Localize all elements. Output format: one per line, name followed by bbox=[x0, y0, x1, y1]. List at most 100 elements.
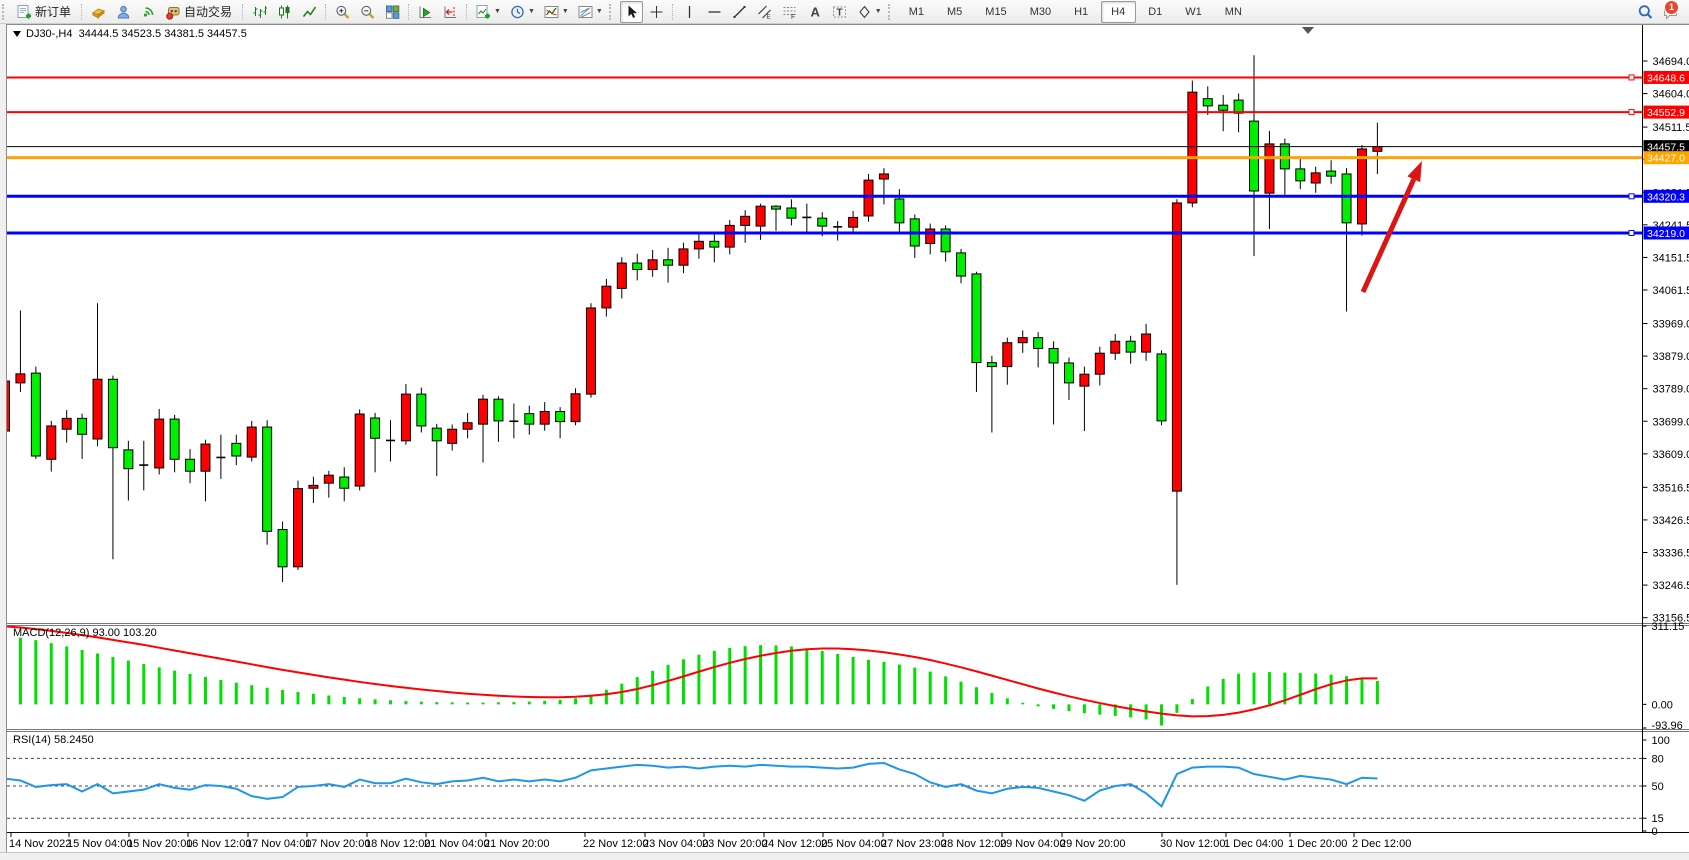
price-tick-label: 34604.0 bbox=[1653, 89, 1689, 101]
resistance-line-1-price-text: 34648.6 bbox=[1647, 72, 1685, 84]
bull-candle bbox=[741, 216, 750, 225]
tile-windows-icon bbox=[384, 4, 401, 20]
toolbar-grip[interactable] bbox=[609, 4, 616, 20]
bull-candle bbox=[1188, 92, 1197, 203]
timeframe-m15-button[interactable]: M15 bbox=[975, 1, 1017, 23]
bear-candle bbox=[1049, 348, 1058, 362]
notification-badge: 1 bbox=[1664, 0, 1679, 15]
text-button[interactable]: A bbox=[803, 1, 826, 23]
bear-candle bbox=[78, 418, 87, 434]
search-button[interactable] bbox=[1634, 1, 1657, 23]
text-icon: A bbox=[806, 4, 823, 20]
timeframe-d1-button-label: D1 bbox=[1143, 6, 1167, 18]
price-tick-label: 33879.0 bbox=[1653, 351, 1689, 363]
chart-dropdown-icon[interactable] bbox=[13, 31, 21, 37]
chart-title: DJ30-,H4 34444.5 34523.5 34381.5 34457.5 bbox=[13, 28, 247, 40]
fibonacci-button[interactable]: F bbox=[778, 1, 801, 23]
timeframe-m5-button[interactable]: M5 bbox=[937, 1, 973, 23]
bear-candle bbox=[340, 477, 349, 488]
line-chart-button[interactable] bbox=[298, 1, 321, 23]
objects-button[interactable]: ▼ bbox=[574, 1, 606, 23]
time-tick-label: 1 Dec 04:00 bbox=[1224, 838, 1283, 850]
toolbar-separator bbox=[672, 4, 674, 20]
market-button[interactable] bbox=[87, 1, 110, 23]
chart-symbol-period: DJ30-,H4 bbox=[26, 28, 72, 40]
chevron-down-icon[interactable]: ▼ bbox=[596, 8, 603, 15]
resistance-line-1-handle[interactable] bbox=[1629, 75, 1634, 80]
time-tick-label: 14 Nov 2022 bbox=[9, 838, 71, 850]
toolbar-grip[interactable] bbox=[2, 4, 9, 20]
crosshair-button[interactable] bbox=[645, 1, 668, 23]
candlestick-chart-button[interactable] bbox=[273, 1, 296, 23]
text-label-icon: T bbox=[831, 4, 848, 20]
timeframe-h4-button[interactable]: H4 bbox=[1101, 1, 1136, 23]
toolbar-grip[interactable] bbox=[888, 4, 895, 20]
macd-indicator-label: MACD(12,26,9) 93.00 103.20 bbox=[13, 627, 157, 639]
new-order-button[interactable]: 新订单 bbox=[13, 1, 77, 23]
signals-button[interactable] bbox=[137, 1, 160, 23]
bear-candle bbox=[417, 394, 426, 426]
resistance-line-2-handle[interactable] bbox=[1629, 110, 1634, 115]
timeframe-d1-button[interactable]: D1 bbox=[1138, 1, 1173, 23]
shapes-button[interactable]: ▼ bbox=[853, 1, 885, 23]
time-tick-label: 23 Nov 04:00 bbox=[643, 838, 708, 850]
toolbar-separator bbox=[466, 4, 468, 20]
price-tick-label: 34151.5 bbox=[1653, 252, 1689, 264]
bear-candle bbox=[987, 363, 996, 367]
support-line-2-handle[interactable] bbox=[1629, 230, 1634, 235]
bull-candle bbox=[463, 423, 472, 430]
notifications-button[interactable]: 1 bbox=[1659, 1, 1682, 23]
chart-shift-button[interactable] bbox=[439, 1, 462, 23]
chevron-down-icon[interactable]: ▼ bbox=[494, 8, 501, 15]
chart-window[interactable]: 34694.034604.034511.534421.534331.534241… bbox=[6, 24, 1689, 853]
time-tick-label: 16 Nov 12:00 bbox=[186, 838, 251, 850]
timeframe-mn-button[interactable]: MN bbox=[1215, 1, 1253, 23]
timeframe-w1-button[interactable]: W1 bbox=[1175, 1, 1213, 23]
price-tick-label: 33789.0 bbox=[1653, 384, 1689, 396]
bear-candle bbox=[186, 459, 195, 471]
tile-windows-button[interactable] bbox=[381, 1, 404, 23]
market-icon bbox=[90, 4, 107, 20]
new-chart-button[interactable]: ▼ bbox=[472, 1, 504, 23]
bear-candle bbox=[556, 411, 565, 421]
timeframe-h1-button[interactable]: H1 bbox=[1064, 1, 1099, 23]
indicators-button[interactable]: ▼ bbox=[540, 1, 572, 23]
bar-chart-button[interactable] bbox=[248, 1, 271, 23]
price-tick-label: 34061.5 bbox=[1653, 285, 1689, 297]
vertical-line-button[interactable] bbox=[678, 1, 701, 23]
timeframe-m1-button[interactable]: M1 bbox=[899, 1, 935, 23]
bear-candle bbox=[1342, 174, 1351, 223]
bull-candle bbox=[7, 381, 10, 431]
chevron-down-icon[interactable]: ▼ bbox=[562, 8, 569, 15]
time-tick-label: 18 Nov 12:00 bbox=[365, 838, 430, 850]
horizontal-line-icon bbox=[706, 4, 723, 20]
autotrading-button[interactable]: 自动交易 bbox=[162, 1, 238, 23]
time-tick-label: 17 Nov 04:00 bbox=[246, 838, 311, 850]
trendline-button[interactable] bbox=[728, 1, 751, 23]
rsi-tick-label: 0 bbox=[1652, 826, 1658, 838]
bull-candle bbox=[1111, 341, 1120, 353]
chart-canvas[interactable]: 34694.034604.034511.534421.534331.534241… bbox=[7, 25, 1689, 853]
bull-candle bbox=[1373, 147, 1382, 152]
bear-candle bbox=[124, 450, 133, 469]
auto-scroll-button[interactable] bbox=[414, 1, 437, 23]
timeframe-m30-button[interactable]: M30 bbox=[1020, 1, 1062, 23]
chevron-down-icon[interactable]: ▼ bbox=[875, 8, 882, 15]
support-line-1-handle[interactable] bbox=[1629, 194, 1634, 199]
profiles-button[interactable]: ▼ bbox=[506, 1, 538, 23]
bull-candle bbox=[879, 174, 888, 179]
time-tick-label: 21 Nov 04:00 bbox=[424, 838, 489, 850]
text-label-button[interactable]: T bbox=[828, 1, 851, 23]
cursor-button[interactable] bbox=[620, 1, 643, 23]
rsi-indicator-label: RSI(14) 58.2450 bbox=[13, 734, 94, 746]
community-button[interactable] bbox=[112, 1, 135, 23]
channel-button[interactable]: E bbox=[753, 1, 776, 23]
profiles-icon bbox=[509, 4, 526, 20]
horizontal-line-button[interactable] bbox=[703, 1, 726, 23]
bull-candle bbox=[926, 229, 935, 243]
zoom-in-button[interactable] bbox=[331, 1, 354, 23]
chevron-down-icon[interactable]: ▼ bbox=[528, 8, 535, 15]
svg-text:A: A bbox=[810, 4, 820, 19]
zoom-out-button[interactable] bbox=[356, 1, 379, 23]
bear-candle bbox=[664, 260, 673, 265]
